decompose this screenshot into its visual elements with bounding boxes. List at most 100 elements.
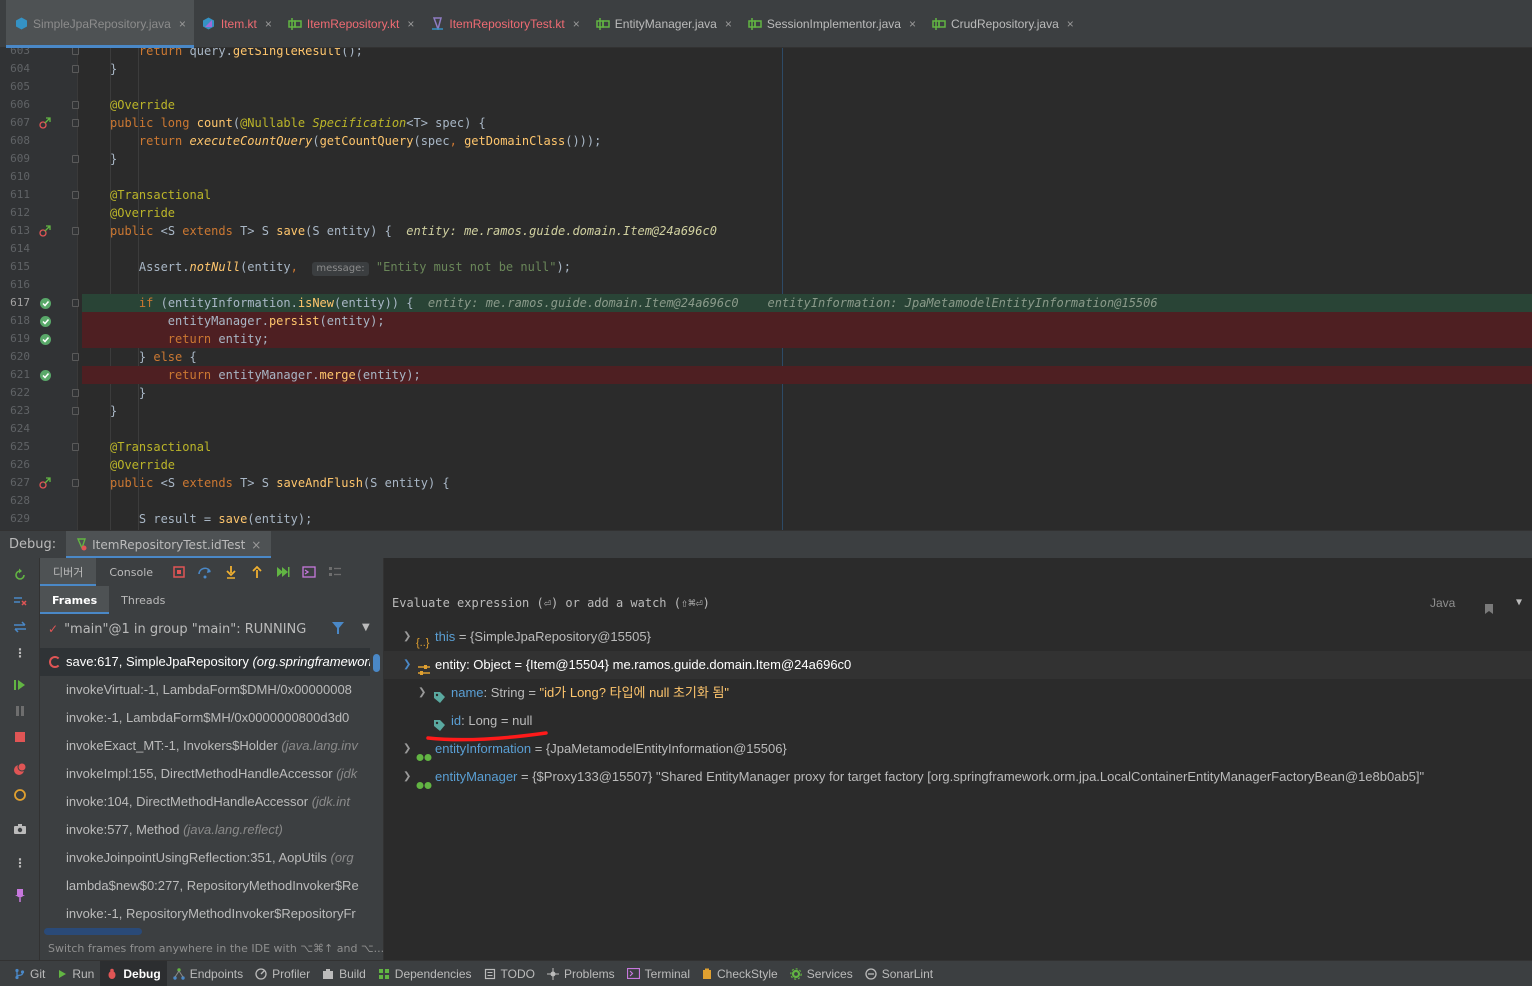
bookmark-icon[interactable] [1484,596,1494,626]
fold-icon[interactable] [72,353,79,361]
stack-frame[interactable]: invoke:-1, LambdaForm$MH/0x0000000800d3d… [40,704,370,732]
resume-icon[interactable] [11,676,29,694]
tab-item-repository-test-kt[interactable]: ItemRepositoryTest.kt × [422,0,587,48]
horizontal-scrollbar[interactable] [44,928,142,935]
tool-window-checkstyle[interactable]: CheckStyle [696,961,784,986]
close-icon[interactable]: × [1067,17,1074,31]
line-number[interactable]: 619 [0,330,30,348]
code-line[interactable]: 604} [0,60,1532,78]
line-number[interactable]: 629 [0,510,30,528]
line-number[interactable]: 621 [0,366,30,384]
trace-icon[interactable] [322,558,348,586]
variable-entity-information[interactable]: ❯ entityInformation = {JpaMetamodelEntit… [384,735,1532,763]
code-line[interactable]: 606 @Override [0,96,1532,114]
close-icon[interactable]: × [909,17,916,31]
chevron-down-icon[interactable]: ❯ [403,651,411,679]
line-number[interactable]: 604 [0,60,30,78]
close-icon[interactable]: × [251,538,261,552]
code-line[interactable]: 607 public long count(@Nullable Specifica… [0,114,1532,132]
line-number[interactable]: 617 [0,294,30,312]
code-line[interactable]: 620 } else { [0,348,1532,366]
code-line[interactable]: 603 return query.getSingleResult(); [0,48,1532,60]
code-line[interactable]: 613 public <S extends T> S save(S entity)… [0,222,1532,240]
tool-window-dependencies[interactable]: Dependencies [372,961,478,986]
code-line[interactable]: 608 return executeCountQuery(getCountQue… [0,132,1532,150]
mute-breakpoints-icon[interactable] [11,786,29,804]
chevron-right-icon[interactable]: ❯ [403,735,411,763]
implements-method-icon[interactable] [38,222,52,240]
code-line[interactable]: 611 @Transactional [0,186,1532,204]
line-number[interactable]: 626 [0,456,30,474]
tab-item-kt[interactable]: Item.kt × [194,0,280,48]
tab-debugger[interactable]: 디버거 [40,558,97,586]
more-icon[interactable]: ⋮ [11,644,29,662]
stack-frame[interactable]: invoke:577, Method (java.lang.reflect) [40,816,370,844]
breakpoint-verified-icon[interactable] [38,330,52,348]
implements-method-icon[interactable] [38,114,52,132]
line-number[interactable]: 607 [0,114,30,132]
step-into-icon[interactable] [218,558,244,586]
code-line[interactable]: 617 if (entityInformation.isNew(entity))… [0,294,1532,312]
fold-icon[interactable] [72,48,79,55]
code-line[interactable]: 616 [0,276,1532,294]
variable-entity-manager[interactable]: ❯ entityManager = {$Proxy133@15507} "Sha… [384,763,1532,791]
breakpoint-verified-icon[interactable] [38,312,52,330]
stack-frame[interactable]: lambda$new$0:277, RepositoryMethodInvoke… [40,872,370,900]
tab-item-repository-kt[interactable]: ItemRepository.kt × [280,0,423,48]
variable-name-field[interactable]: ❯ name: String = "id가 Long? 타입에 null 초기화… [384,679,1532,707]
line-number[interactable]: 605 [0,78,30,96]
view-breakpoints-icon[interactable] [11,760,29,778]
tool-window-debug[interactable]: Debug [100,960,167,986]
chevron-down-icon[interactable]: ▼ [1516,588,1522,618]
code-line[interactable]: 618 entityManager.persist(entity); [0,312,1532,330]
code-line[interactable]: 619 return entity; [0,330,1532,348]
fold-icon[interactable] [72,299,79,307]
swap-icon[interactable] [11,618,29,636]
line-number[interactable]: 613 [0,222,30,240]
fold-icon[interactable] [72,101,79,109]
code-line[interactable]: 623} [0,402,1532,420]
stack-frame[interactable]: invoke:-1, RepositoryMethodInvoker$Repos… [40,900,370,924]
clear-icon[interactable] [11,592,29,610]
code-line[interactable]: 628 [0,492,1532,510]
fold-icon[interactable] [72,407,79,415]
line-number[interactable]: 618 [0,312,30,330]
close-icon[interactable]: × [725,17,732,31]
tab-session-implementor-java[interactable]: SessionImplementor.java × [740,0,924,48]
tab-frames[interactable]: Frames [40,586,110,614]
stack-frame[interactable]: invokeVirtual:-1, LambdaForm$DMH/0x00000… [40,676,370,704]
tool-window-run[interactable]: Run [51,961,100,986]
tab-entity-manager-java[interactable]: EntityManager.java × [588,0,740,48]
code-editor[interactable]: 603 return query.getSingleResult(); 604} 6… [0,48,1532,530]
stack-frame[interactable]: invokeJoinpointUsingReflection:351, AopU… [40,844,370,872]
fold-icon[interactable] [72,389,79,397]
tab-crud-repository-java[interactable]: CrudRepository.java × [924,0,1082,48]
language-selector[interactable]: Java [1430,588,1455,618]
code-line[interactable]: 605 [0,78,1532,96]
line-number[interactable]: 610 [0,168,30,186]
line-number[interactable]: 609 [0,150,30,168]
line-number[interactable]: 614 [0,240,30,258]
fold-icon[interactable] [72,119,79,127]
line-number[interactable]: 612 [0,204,30,222]
run-to-cursor-icon[interactable] [270,558,296,586]
pause-icon[interactable] [11,702,29,720]
fold-icon[interactable] [72,227,79,235]
breakpoint-verified-icon[interactable] [38,294,52,312]
tab-threads[interactable]: Threads [109,586,177,614]
breakpoint-verified-icon[interactable] [38,366,52,384]
close-icon[interactable]: × [573,17,580,31]
tool-window-git[interactable]: Git [8,961,51,986]
chevron-right-icon[interactable]: ❯ [403,763,411,791]
close-icon[interactable]: × [179,17,186,31]
tab-simple-jpa-repository[interactable]: SimpleJpaRepository.java × [6,0,194,48]
evaluate-expression-icon[interactable] [296,558,322,586]
tool-window-endpoints[interactable]: Endpoints [167,961,249,986]
evaluate-expression-input[interactable]: Evaluate expression (⏎) or add a watch (… [384,588,1532,618]
code-line[interactable]: 610 [0,168,1532,186]
chevron-down-icon[interactable]: ▼ [362,622,370,633]
stack-frame[interactable]: invokeImpl:155, DirectMethodHandleAccess… [40,760,370,788]
line-number[interactable]: 611 [0,186,30,204]
stack-frame[interactable]: invokeExact_MT:-1, Invokers$Holder (java… [40,732,370,760]
stack-frame[interactable]: save:617, SimpleJpaRepository (org.sprin… [40,648,370,676]
